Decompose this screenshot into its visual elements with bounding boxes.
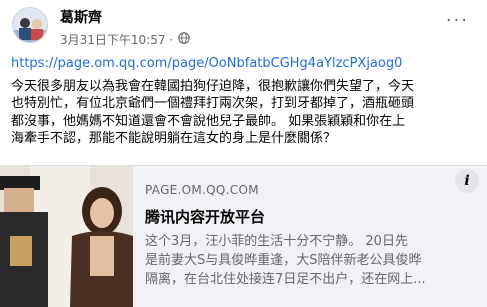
facebook-post: 葛斯齊 3月31日下午10:57 · ··· https://page.om.q… xyxy=(0,0,487,307)
link-card-domain: PAGE.OM.QQ.COM xyxy=(145,183,259,197)
link-preview-thumbnail[interactable] xyxy=(0,166,133,307)
link-card-description: 这个3月，汪小菲的生活十分不宁静。 20日先 是前妻大S与具俊晔重逢，大S陪伴新… xyxy=(145,234,426,287)
link-card-title[interactable]: 腾讯内容开放平台 xyxy=(145,206,265,227)
post-timestamp[interactable]: 3月31日下午10:57 · xyxy=(60,31,173,48)
author-name[interactable]: 葛斯齊 xyxy=(60,7,102,27)
post-link[interactable]: https://page.om.qq.com/page/OoNbfatbCGHg… xyxy=(11,56,402,71)
post-meta: 3月31日下午10:57 · xyxy=(60,31,190,48)
info-icon[interactable]: i xyxy=(455,169,479,193)
author-avatar[interactable] xyxy=(12,7,48,43)
post-body-text: 今天很多朋友以為我會在韓國拍狗仔迫降，很抱歉讓你們失望了，今天 也特別忙，有位北… xyxy=(11,79,415,147)
more-options-icon[interactable]: ··· xyxy=(446,10,469,31)
avatar-image xyxy=(13,8,47,42)
globe-icon xyxy=(178,32,190,47)
